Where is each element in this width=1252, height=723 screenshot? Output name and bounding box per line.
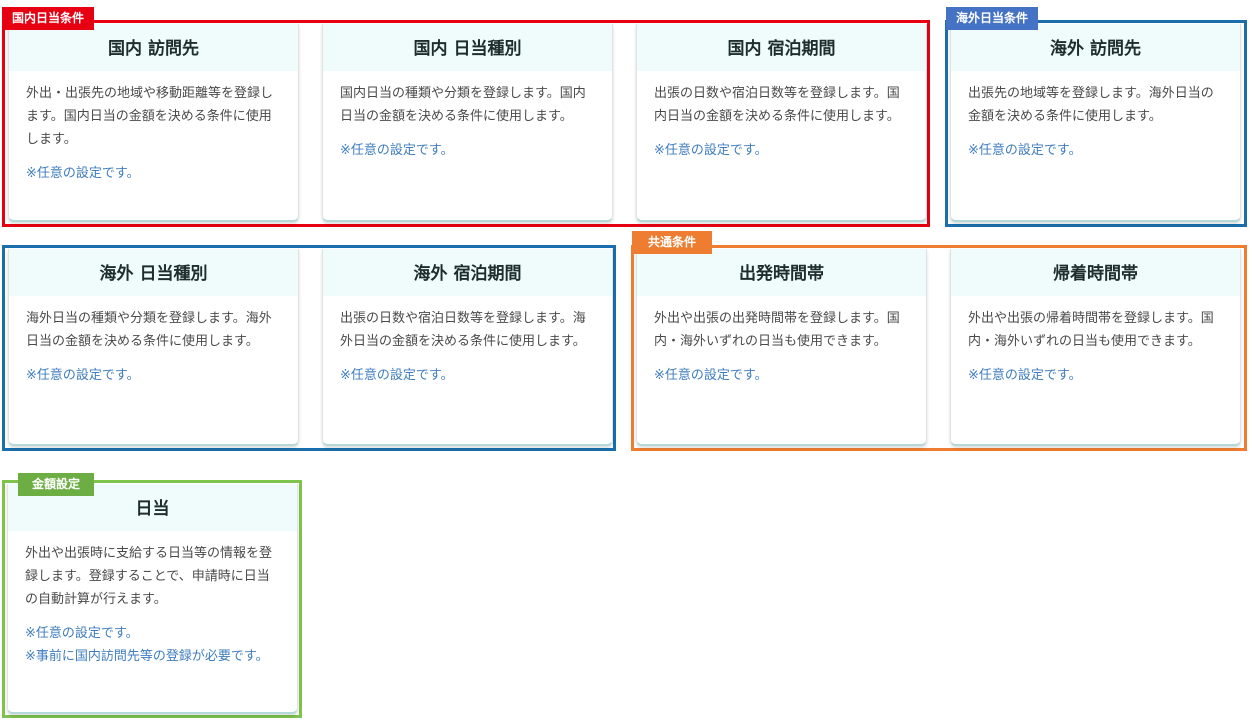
card-note: ※任意の設定です。 xyxy=(968,143,1082,158)
card-note: ※任意の設定です。 xyxy=(654,143,768,158)
card-note: ※任意の設定です。 xyxy=(26,368,140,383)
card-overseas-destination[interactable]: 海外 訪問先 出張先の地域等を登録します。海外日当の金額を決める条件に使用します… xyxy=(950,24,1241,222)
card-departure-time[interactable]: 出発時間帯 外出や出張の出発時間帯を登録します。国内・海外いずれの日当も使用でき… xyxy=(636,249,927,446)
card-note: ※任意の設定です。 xyxy=(25,626,139,641)
card-description: 出張の日数や宿泊日数等を登録します。国内日当の金額を決める条件に使用します。 xyxy=(654,86,900,124)
card-domestic-destination[interactable]: 国内 訪問先 外出・出張先の地域や移動距離等を登録します。国内日当の金額を決める… xyxy=(8,24,299,222)
card-description: 外出や出張時に支給する日当等の情報を登録します。登録することで、申請時に日当の自… xyxy=(25,546,273,607)
card-description: 国内日当の種類や分類を登録します。国内日当の金額を決める条件に使用します。 xyxy=(340,86,586,124)
card-title: 国内 宿泊期間 xyxy=(637,24,926,71)
card-description: 出張の日数や宿泊日数等を登録します。海外日当の金額を決める条件に使用します。 xyxy=(340,311,586,349)
card-title: 海外 訪問先 xyxy=(951,24,1240,71)
card-note: ※任意の設定です。 xyxy=(654,368,768,383)
card-description: 海外日当の種類や分類を登録します。海外日当の金額を決める条件に使用します。 xyxy=(26,311,272,349)
card-note-prerequisite: ※事前に国内訪問先等の登録が必要です。 xyxy=(25,649,269,664)
card-domestic-allowance-type[interactable]: 国内 日当種別 国内日当の種類や分類を登録します。国内日当の金額を決める条件に使… xyxy=(322,24,613,222)
overseas-conditions-tag: 海外日当条件 xyxy=(946,7,1039,30)
card-description: 外出や出張の出発時間帯を登録します。国内・海外いずれの日当も使用できます。 xyxy=(654,311,900,349)
card-title: 国内 日当種別 xyxy=(323,24,612,71)
card-note: ※任意の設定です。 xyxy=(968,368,1082,383)
card-title: 海外 日当種別 xyxy=(9,249,298,296)
domestic-conditions-tag: 国内日当条件 xyxy=(2,7,95,30)
card-daily-allowance[interactable]: 日当 外出や出張時に支給する日当等の情報を登録します。登録することで、申請時に日… xyxy=(7,484,298,714)
card-domestic-stay-period[interactable]: 国内 宿泊期間 出張の日数や宿泊日数等を登録します。国内日当の金額を決める条件に… xyxy=(636,24,927,222)
card-overseas-stay-period[interactable]: 海外 宿泊期間 出張の日数や宿泊日数等を登録します。海外日当の金額を決める条件に… xyxy=(322,249,613,446)
card-description: 外出や出張の帰着時間帯を登録します。国内・海外いずれの日当も使用できます。 xyxy=(968,311,1214,349)
card-note: ※任意の設定です。 xyxy=(340,143,454,158)
amount-settings-tag: 金額設定 xyxy=(18,473,95,496)
card-note: ※任意の設定です。 xyxy=(340,368,454,383)
card-note: ※任意の設定です。 xyxy=(26,166,140,181)
card-title: 海外 宿泊期間 xyxy=(323,249,612,296)
card-title: 帰着時間帯 xyxy=(951,249,1240,296)
card-return-time[interactable]: 帰着時間帯 外出や出張の帰着時間帯を登録します。国内・海外いずれの日当も使用でき… xyxy=(950,249,1241,446)
card-title: 国内 訪問先 xyxy=(9,24,298,71)
common-conditions-tag: 共通条件 xyxy=(632,231,713,254)
card-description: 外出・出張先の地域や移動距離等を登録します。国内日当の金額を決める条件に使用しま… xyxy=(26,86,274,147)
card-description: 出張先の地域等を登録します。海外日当の金額を決める条件に使用します。 xyxy=(968,86,1214,124)
card-overseas-allowance-type[interactable]: 海外 日当種別 海外日当の種類や分類を登録します。海外日当の金額を決める条件に使… xyxy=(8,249,299,446)
card-title: 出発時間帯 xyxy=(637,249,926,296)
